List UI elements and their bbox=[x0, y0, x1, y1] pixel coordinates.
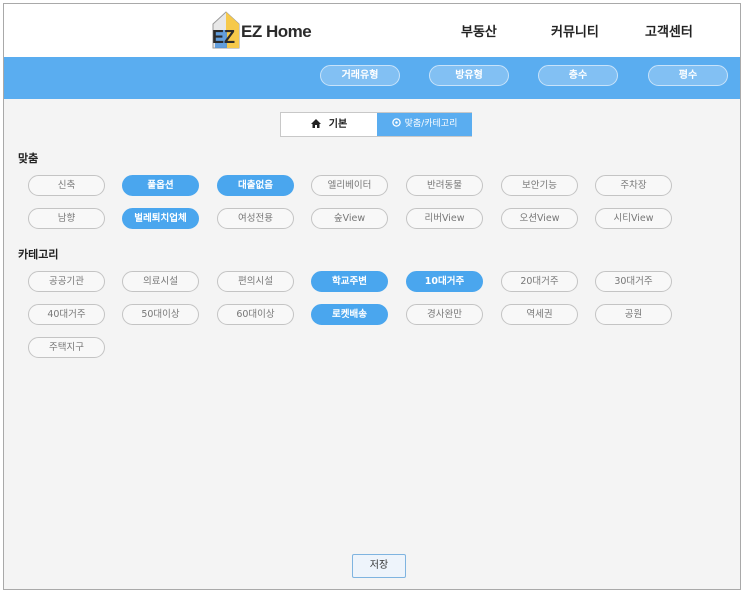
filter-bar: 거래유형 방유형 층수 평수 bbox=[4, 57, 740, 99]
section-title-category: 카테고리 bbox=[18, 248, 59, 261]
filter-deal-type[interactable]: 거래유형 bbox=[320, 65, 400, 86]
save-button[interactable]: 저장 bbox=[352, 554, 406, 578]
filter-chip[interactable]: 숲View bbox=[311, 208, 388, 229]
filter-chip[interactable]: 남향 bbox=[28, 208, 105, 229]
mode-toggle: 기본 맞춤/카테고리 bbox=[280, 112, 472, 137]
filter-chip[interactable]: 경사완만 bbox=[406, 304, 483, 325]
tab-custom-label: 맞춤/카테고리 bbox=[404, 119, 458, 129]
app-frame: EZ EZ Home 부동산 커뮤니티 고객센터 거래유형 방유형 층수 평수 … bbox=[3, 3, 741, 590]
tab-basic[interactable]: 기본 bbox=[281, 113, 377, 136]
filter-chip[interactable]: 신축 bbox=[28, 175, 105, 196]
filter-area[interactable]: 평수 bbox=[648, 65, 728, 86]
filter-chip[interactable]: 60대이상 bbox=[217, 304, 294, 325]
filter-chip[interactable]: 편의시설 bbox=[217, 271, 294, 292]
logo-text: EZ Home bbox=[241, 22, 312, 41]
filter-chip[interactable]: 주차장 bbox=[595, 175, 672, 196]
filter-chip[interactable]: 여성전용 bbox=[217, 208, 294, 229]
filter-chip[interactable]: 반려동물 bbox=[406, 175, 483, 196]
nav-real-estate[interactable]: 부동산 bbox=[461, 21, 497, 40]
nav-customer-center[interactable]: 고객센터 bbox=[645, 21, 693, 40]
filter-chip[interactable]: 역세권 bbox=[501, 304, 578, 325]
filter-chip[interactable]: 풀옵션 bbox=[122, 175, 199, 196]
filter-chip[interactable]: 20대거주 bbox=[501, 271, 578, 292]
nav-community[interactable]: 커뮤니티 bbox=[551, 21, 599, 40]
svg-text:EZ: EZ bbox=[212, 27, 235, 47]
filter-chip[interactable]: 공원 bbox=[595, 304, 672, 325]
filter-chip[interactable]: 30대거주 bbox=[595, 271, 672, 292]
filter-chip[interactable]: 대출없음 bbox=[217, 175, 294, 196]
filter-chip[interactable]: 주택지구 bbox=[28, 337, 105, 358]
filter-chip[interactable]: 벌레퇴치업체 bbox=[122, 208, 199, 229]
home-icon bbox=[310, 119, 321, 128]
top-header: EZ EZ Home 부동산 커뮤니티 고객센터 bbox=[4, 4, 740, 57]
ez-home-logo[interactable]: EZ EZ Home bbox=[209, 10, 312, 52]
filter-chip[interactable]: 학교주변 bbox=[311, 271, 388, 292]
section-title-custom: 맞춤 bbox=[18, 152, 39, 165]
tab-basic-label: 기본 bbox=[328, 119, 348, 130]
filter-chip[interactable]: 보안기능 bbox=[501, 175, 578, 196]
target-icon bbox=[391, 118, 401, 127]
filter-floor[interactable]: 층수 bbox=[538, 65, 618, 86]
filter-chip[interactable]: 리버View bbox=[406, 208, 483, 229]
filter-chip[interactable]: 40대거주 bbox=[28, 304, 105, 325]
house-logo-icon: EZ bbox=[212, 11, 240, 49]
filter-chip[interactable]: 공공기관 bbox=[28, 271, 105, 292]
filter-chip[interactable]: 50대이상 bbox=[122, 304, 199, 325]
tab-custom-category[interactable]: 맞춤/카테고리 bbox=[377, 113, 472, 136]
filter-chip[interactable]: 엘리베이터 bbox=[311, 175, 388, 196]
filter-chip[interactable]: 의료시설 bbox=[122, 271, 199, 292]
filter-chip[interactable]: 로켓배송 bbox=[311, 304, 388, 325]
filter-chip[interactable]: 오션View bbox=[501, 208, 578, 229]
filter-chip[interactable]: 시티View bbox=[595, 208, 672, 229]
filter-chip[interactable]: 10대거주 bbox=[406, 271, 483, 292]
filter-room-type[interactable]: 방유형 bbox=[429, 65, 509, 86]
